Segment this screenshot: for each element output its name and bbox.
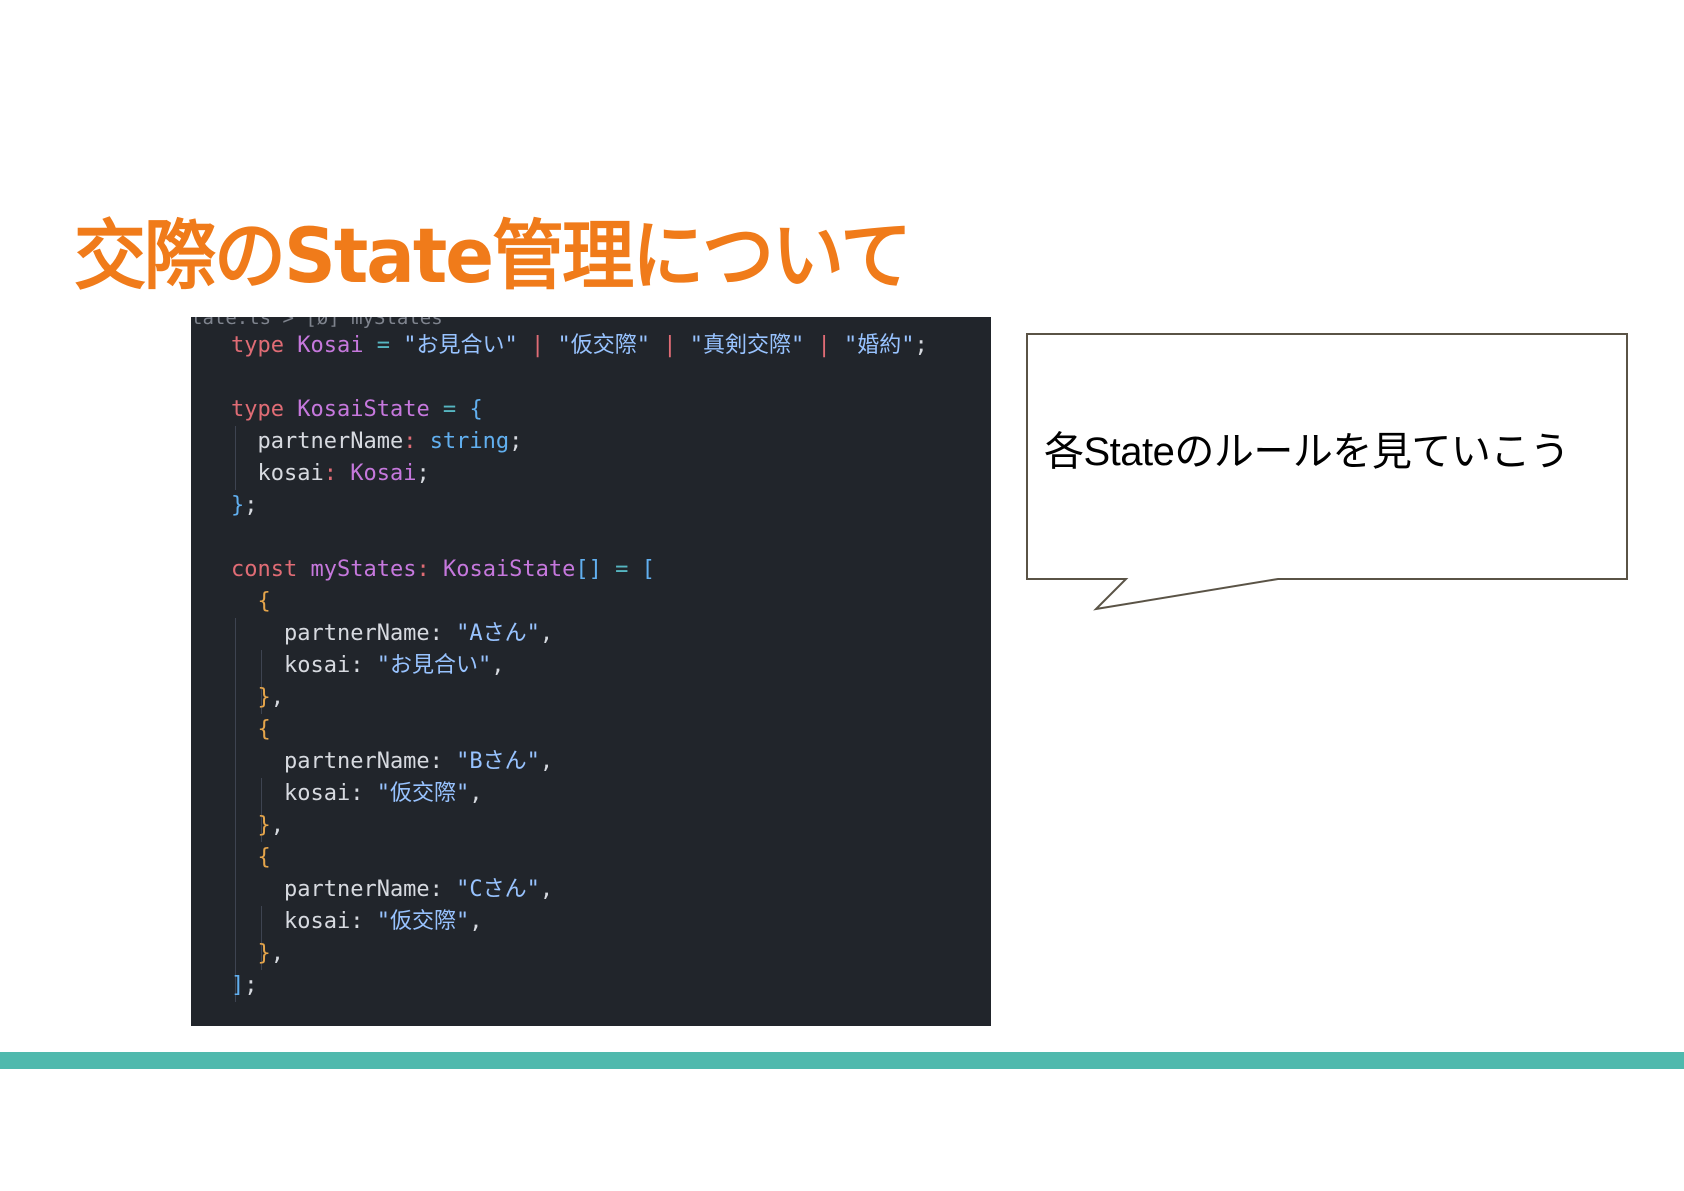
code-line: partnerName: "Cさん", <box>231 874 928 906</box>
code-token: , <box>539 877 554 902</box>
code-token: kosai: <box>231 781 377 806</box>
code-token: Kosai <box>297 333 364 358</box>
code-token: "仮交際" <box>557 333 650 358</box>
code-token: , <box>469 781 483 806</box>
code-token: "仮交際" <box>376 909 470 934</box>
code-line: partnerName: "Aさん", <box>231 618 928 650</box>
code-token: = <box>363 333 404 358</box>
code-token: , <box>270 941 284 966</box>
code-line: }, <box>231 682 928 714</box>
code-token: partnerName: <box>231 749 457 774</box>
code-line: { <box>231 714 928 746</box>
code-token: partnerName: <box>231 621 457 646</box>
code-line: { <box>231 586 928 618</box>
code-line: kosai: "仮交際", <box>231 778 928 810</box>
code-token: | <box>649 333 690 358</box>
code-token: "お見合い" <box>376 653 492 678</box>
slide-title: 交際のState管理について <box>74 211 912 300</box>
code-line: }; <box>231 490 928 522</box>
code-line: partnerName: string; <box>231 426 928 458</box>
accent-bar <box>0 1052 1684 1069</box>
code-token: "Cさん" <box>456 877 540 902</box>
code-token: "仮交際" <box>376 781 470 806</box>
code-token: type <box>231 397 298 422</box>
code-token: | <box>804 333 844 358</box>
code-line: }, <box>191 938 991 970</box>
code-token: = <box>601 557 642 582</box>
code-token: , <box>270 685 284 710</box>
code-token: KosaiState <box>297 397 430 422</box>
code-token: { <box>231 845 271 870</box>
code-token: } <box>231 813 271 838</box>
editor-breadcrumb: tate.ts > [ø] myStates <box>191 317 443 329</box>
code-token: "Aさん" <box>456 621 540 646</box>
code-token: "真剣交際" <box>689 333 805 358</box>
code-token: ; <box>244 493 258 518</box>
code-line: kosai: "仮交際", <box>231 906 928 938</box>
code-token: ; <box>509 429 523 454</box>
code-token: | <box>517 333 558 358</box>
code-line: ​ <box>231 522 928 554</box>
code-token: [] <box>575 557 602 582</box>
code-line: kosai: Kosai; <box>231 458 928 490</box>
code-token: type <box>231 333 298 358</box>
code-token: ; <box>416 461 430 486</box>
code-token: , <box>539 749 554 774</box>
code-token: } <box>231 941 271 966</box>
code-token: partnerName <box>231 429 404 454</box>
callout-text: 各Stateのルールを見ていこう <box>1044 430 1570 474</box>
code-token: "Bさん" <box>456 749 540 774</box>
code-block: type Kosai = "お見合い" | "仮交際" | "真剣交際" | "… <box>191 330 991 1002</box>
code-token: myStates <box>310 557 417 582</box>
code-line: ]; <box>231 970 928 1002</box>
code-screenshot: tate.ts > [ø] myStates type Kosai = "お見合… <box>191 317 991 1026</box>
code-token: , <box>469 909 483 934</box>
code-token: [ <box>641 557 655 582</box>
code-token: , <box>491 653 505 678</box>
code-token: ; <box>244 973 258 998</box>
code-token: kosai: <box>231 653 377 678</box>
code-line: type Kosai = "お見合い" | "仮交際" | "真剣交際" | "… <box>231 330 928 362</box>
code-token: { <box>469 397 483 422</box>
code-token: : <box>416 557 443 582</box>
code-token: : <box>403 429 430 454</box>
code-token: Kosai <box>350 461 417 486</box>
code-line: const myStates: KosaiState[] = [ <box>231 554 928 586</box>
code-token: : <box>323 461 351 486</box>
code-token: kosai: <box>231 909 377 934</box>
code-line: }, <box>231 810 928 842</box>
code-token: } <box>231 685 271 710</box>
code-token: , <box>270 813 284 838</box>
code-line: ​ <box>231 362 928 394</box>
code-token: partnerName: <box>231 877 457 902</box>
code-token: ; <box>914 333 928 358</box>
code-token: { <box>231 589 271 614</box>
code-token: ] <box>231 973 245 998</box>
code-token: kosai <box>231 461 324 486</box>
code-token: "お見合い" <box>403 333 518 358</box>
speech-bubble: 各Stateのルールを見ていこう <box>1026 333 1630 616</box>
code-token: "婚約" <box>843 333 915 358</box>
code-line: { <box>231 842 928 874</box>
code-token: } <box>231 493 245 518</box>
code-line: partnerName: "Bさん", <box>231 746 928 778</box>
code-token: , <box>539 621 554 646</box>
code-line: kosai: "お見合い", <box>231 650 928 682</box>
code-token: { <box>231 717 271 742</box>
code-token: = <box>429 397 470 422</box>
code-token: KosaiState <box>442 557 576 582</box>
code-line: type KosaiState = { <box>231 394 928 426</box>
code-token: string <box>429 429 510 454</box>
code-token: const <box>231 557 311 582</box>
